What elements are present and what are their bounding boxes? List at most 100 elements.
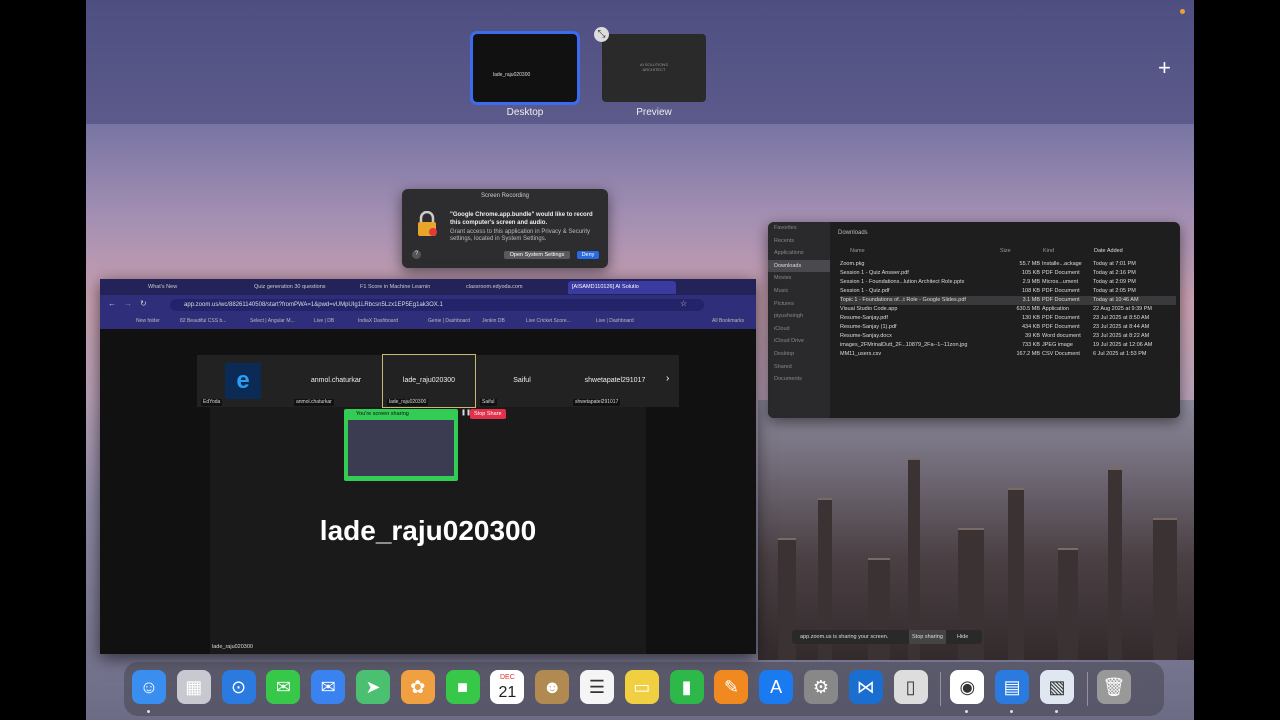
open-system-settings-button[interactable]: Open System Settings [504,251,570,259]
messages-icon[interactable]: ✉ [266,670,301,704]
file-row[interactable]: MM11_users.csv 167.2 MB CSV Document 6 Jul … [840,350,1176,359]
chrome-icon[interactable]: ◉ [950,670,985,704]
bookmark-item[interactable]: Jenkin DB [482,318,505,324]
participant-tile[interactable]: e EdYoda [197,355,289,407]
file-row[interactable]: Session 1 - Quiz.pdf 108 KB PDF Document To… [840,287,1176,296]
next-page-icon[interactable]: › [666,373,669,384]
space-label-desktop: Desktop [506,107,544,118]
bookmark-item[interactable]: Select | Angular M... [250,318,295,324]
participant-name-tag: shwetapatel291017 [573,399,621,406]
dock-separator [940,672,942,706]
finder-sidebar-item[interactable]: Shared [768,361,830,374]
calendar-day: 21 [498,684,517,701]
finder-sidebar-item[interactable]: Movies [768,272,830,285]
bookmark-item[interactable]: Live | DB [314,318,334,324]
tab-f1-score[interactable]: F1 Score in Machine Learnin [356,281,460,294]
stop-share-button[interactable]: Stop Share [470,409,506,419]
stop-sharing-button[interactable]: Stop sharing [909,630,946,644]
preview-icon[interactable]: ▧ [1040,670,1074,704]
finder-sidebar-item[interactable]: Documents [768,373,830,386]
photos-icon[interactable]: ✿ [400,670,435,704]
maps-icon[interactable]: ➤ [356,670,390,704]
finder-icon[interactable]: ☺ [132,670,166,704]
bookmark-item[interactable]: 82 Beautiful CSS b... [180,318,226,324]
participant-tile[interactable]: Saiful Saiful [476,355,568,407]
launchpad-icon[interactable]: ▦ [176,670,211,704]
safari-icon[interactable]: ⊙ [221,670,256,704]
keynote-icon[interactable]: ▤ [995,670,1030,704]
url-field[interactable]: app.zoom.us/wc/88261140508/start?fromPWA… [170,299,704,311]
finder-sidebar-item[interactable]: Applications [768,247,830,260]
file-row[interactable]: Session 1 - Quiz Answer.pdf 105 KB PDF Doc… [840,269,1176,278]
plus-icon[interactable]: + [1158,55,1171,81]
notes-icon[interactable]: ▭ [624,670,659,704]
hide-button[interactable]: Hide [957,630,968,644]
file-row[interactable]: images_2FMrinalDutt_2F...10879_2Fa--1--1… [840,341,1176,350]
finder-sidebar-item[interactable]: Pictures [768,298,830,311]
pages-icon[interactable]: ✎ [714,670,749,704]
finder-sidebar-item[interactable]: Desktop [768,348,830,361]
column-date-added[interactable]: Date Added [1094,248,1123,254]
tab-whats-new[interactable]: What's New [144,281,248,294]
file-name: Session 1 - Quiz Answer.pdf [840,270,909,276]
finder-sidebar-item[interactable]: Downloads [768,259,830,273]
participant-name-tag: Saiful [480,399,497,406]
close-icon[interactable]: ⤡ [594,27,609,42]
bookmark-item[interactable]: Live Cricket Score... [526,318,571,324]
bookmark-item[interactable]: All Bookmarks [712,318,744,324]
deny-button[interactable]: Deny [577,251,599,259]
system-settings-icon[interactable]: ⚙ [804,670,838,704]
star-icon[interactable]: ☆ [680,299,687,308]
vscode-icon[interactable]: ⋈ [848,670,883,704]
file-size: 630.5 MB [1016,306,1040,312]
participant-tile[interactable]: anmol.chaturkar anmol.chaturkar [290,355,382,407]
finder-window: Favorites Recents Applications Downloads Mov… [768,222,1180,418]
tab-classroom[interactable]: classroom.edyoda.com [462,281,566,294]
bookmark-item[interactable]: New folder [136,318,160,324]
recording-indicator [1180,9,1185,14]
bookmark-item[interactable]: Genie | Dashboard [428,318,470,324]
mail-icon[interactable]: ✉ [311,670,346,704]
column-kind[interactable]: Kind [1043,248,1054,254]
app-store-icon[interactable]: A [759,670,794,704]
reload-icon[interactable]: ↻ [140,299,147,308]
participant-tile[interactable]: shwetapatel291017 shwetapatel291017 [569,355,661,407]
dialog-title: Screen Recording [480,193,530,199]
file-row[interactable]: Resume-Sanjay (1).pdf 434 KB PDF Document 2… [840,323,1176,332]
space-desktop-thumbnail[interactable]: lade_raju020300 [470,31,580,105]
file-row[interactable]: Resume-Sanjay.docx 39 KB Word document 23 J… [840,332,1176,341]
facetime-icon[interactable]: ■ [445,670,480,704]
file-kind: PDF Document [1042,297,1080,303]
reminders-icon[interactable]: ☰ [580,670,614,704]
bookmark-item[interactable]: Live | Dashboard [596,318,634,324]
file-name: Zoom.pkg [840,261,865,267]
space-preview-thumbnail[interactable]: AI SOLUTIONS ARCHITECT [602,34,706,102]
numbers-icon[interactable]: ▮ [669,670,704,704]
help-button[interactable]: ? [412,250,421,259]
back-icon[interactable]: ← [108,299,116,308]
file-row[interactable]: Zoom.pkg 55.7 MB Installe...ackage Today at… [840,260,1176,269]
running-indicator [1010,710,1014,713]
column-size[interactable]: Size [1000,248,1011,254]
file-row[interactable]: Session 1 - Foundations...lution Archite… [840,278,1176,287]
calendar-icon[interactable]: DEC 21 [490,670,525,704]
file-date: Today at 10:46 AM [1093,297,1139,303]
forward-icon[interactable]: → [124,299,132,308]
file-row[interactable]: Visual Studio Code.app 630.5 MB Applicatio… [840,305,1176,314]
iphone-mirroring-icon[interactable]: ▯ [893,670,928,704]
trash-icon[interactable]: 🗑 [1096,670,1131,704]
contacts-icon[interactable]: ☻ [535,670,570,704]
file-row[interactable]: Topic 1 - Foundations of...t Role - Goog… [840,296,1176,305]
finder-sidebar-item[interactable]: Recents [768,235,830,248]
finder-sidebar-item[interactable]: iCloud Drive [768,335,830,348]
participant-tile[interactable]: lade_raju020300 lade_raju020300 [382,354,476,408]
finder-sidebar-item[interactable]: piyushsingh [768,310,830,323]
tab-zoom-session[interactable]: [AISAMD110126] AI Solutio [568,281,676,294]
finder-sidebar-item[interactable]: Music [768,285,830,298]
file-name: Session 1 - Quiz.pdf [840,288,890,294]
bookmark-item[interactable]: IndiaX Dashboard [358,318,398,324]
file-name: images_2FMrinalDutt_2F...10879_2Fa--1--1… [840,342,968,348]
tab-quiz-generation[interactable]: Quiz generation 30 questions [250,281,354,294]
column-name[interactable]: Name [850,248,865,254]
file-row[interactable]: Resume-Sanjay.pdf 130 KB PDF Document 23 Ju… [840,314,1176,323]
